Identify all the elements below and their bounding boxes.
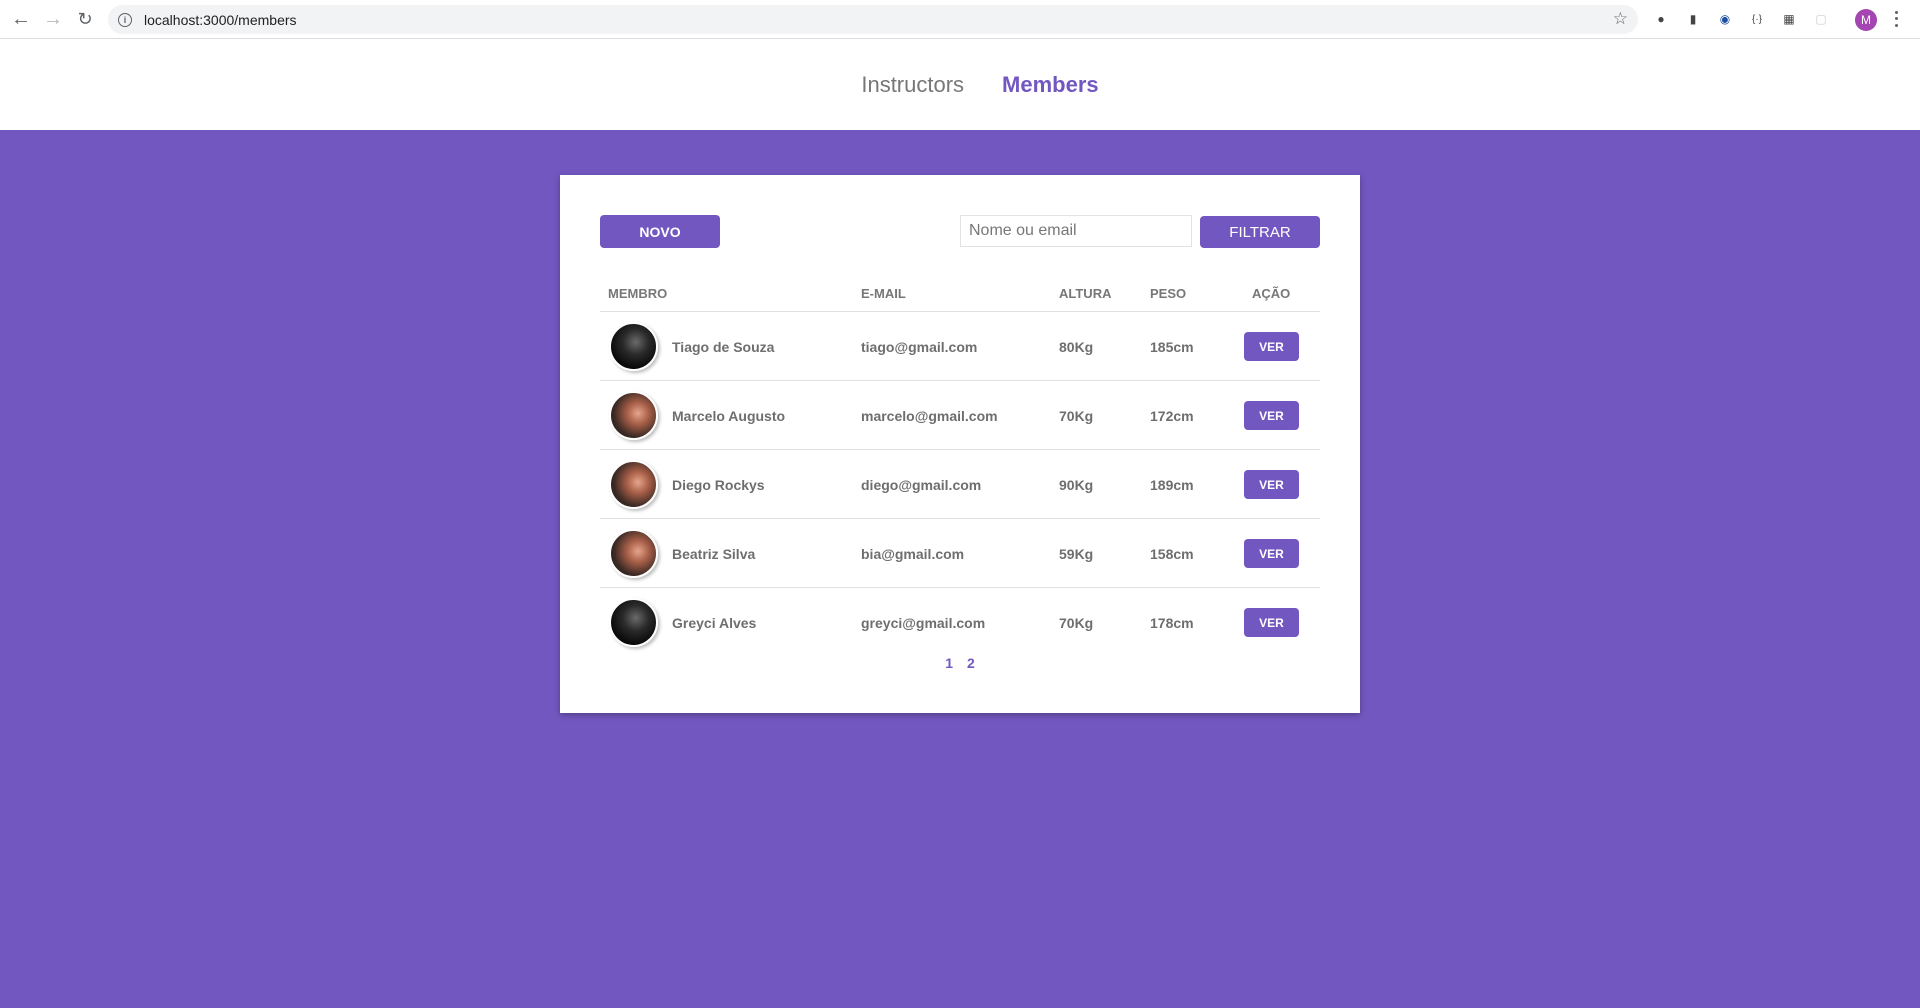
column-header-member: MEMBRO — [608, 286, 668, 301]
extension-icon[interactable]: ▦ — [1780, 10, 1798, 28]
member-height: 70Kg — [1059, 614, 1094, 631]
column-header-weight: PESO — [1150, 286, 1187, 301]
member-name: Marcelo Augusto — [672, 407, 786, 424]
extension-icon[interactable]: ◉ — [1716, 10, 1734, 28]
view-member-button[interactable]: VER — [1244, 608, 1299, 637]
profile-avatar[interactable]: M — [1855, 9, 1877, 31]
column-header-action: AÇÃO — [1252, 286, 1291, 301]
table-row: Marcelo Augusto marcelo@gmail.com 70Kg 1… — [600, 381, 1320, 450]
view-member-button[interactable]: VER — [1244, 401, 1299, 430]
address-bar[interactable]: i localhost:3000/members ☆ — [108, 5, 1638, 34]
members-card: NOVO FILTRAR MEMBRO E-MAIL ALTURA PESO A… — [560, 175, 1360, 713]
page-link[interactable]: 1 — [945, 655, 953, 671]
bookmark-star-icon[interactable]: ☆ — [1613, 9, 1628, 29]
view-member-button[interactable]: VER — [1244, 539, 1299, 568]
table-row: Beatriz Silva bia@gmail.com 59Kg 158cm V… — [600, 519, 1320, 588]
member-email: tiago@gmail.com — [861, 338, 978, 355]
member-name: Tiago de Souza — [672, 338, 775, 355]
member-name: Beatriz Silva — [672, 545, 756, 562]
site-header: Instructors Members — [0, 39, 1920, 130]
view-member-button[interactable]: VER — [1244, 470, 1299, 499]
new-member-button[interactable]: NOVO — [600, 215, 720, 248]
member-height: 70Kg — [1059, 407, 1094, 424]
member-weight: 158cm — [1150, 545, 1194, 562]
member-avatar — [609, 529, 658, 578]
member-height: 80Kg — [1059, 338, 1094, 355]
member-avatar — [609, 322, 658, 371]
nav-link-instructors[interactable]: Instructors — [861, 72, 964, 98]
reload-icon[interactable]: ↻ — [70, 4, 100, 34]
member-weight: 172cm — [1150, 407, 1194, 424]
member-email: diego@gmail.com — [861, 476, 982, 493]
member-name: Diego Rockys — [672, 476, 765, 493]
member-name: Greyci Alves — [672, 614, 757, 631]
forward-arrow-icon[interactable]: → — [38, 4, 68, 34]
filter-button[interactable]: FILTRAR — [1200, 216, 1320, 248]
member-avatar — [609, 460, 658, 509]
view-member-button[interactable]: VER — [1244, 332, 1299, 361]
member-email: marcelo@gmail.com — [861, 407, 998, 424]
member-height: 90Kg — [1059, 476, 1094, 493]
back-arrow-icon[interactable]: ← — [6, 4, 36, 34]
nav-link-members[interactable]: Members — [1002, 72, 1099, 98]
pagination: 1 2 — [560, 655, 1360, 671]
extension-icon[interactable]: ▢ — [1812, 10, 1830, 28]
table-row: Tiago de Souza tiago@gmail.com 80Kg 185c… — [600, 312, 1320, 381]
table-row: Greyci Alves greyci@gmail.com 70Kg 178cm… — [600, 588, 1320, 657]
member-email: greyci@gmail.com — [861, 614, 986, 631]
extension-icon[interactable]: ● — [1652, 10, 1670, 28]
browser-toolbar: ← → ↻ i localhost:3000/members ☆ ● ▮ ◉ {… — [0, 0, 1920, 39]
member-weight: 189cm — [1150, 476, 1194, 493]
member-height: 59Kg — [1059, 545, 1094, 562]
member-weight: 178cm — [1150, 614, 1194, 631]
table-row: Diego Rockys diego@gmail.com 90Kg 189cm … — [600, 450, 1320, 519]
url-text[interactable]: localhost:3000/members — [144, 12, 297, 28]
member-avatar — [609, 391, 658, 440]
member-weight: 185cm — [1150, 338, 1194, 355]
member-avatar — [609, 598, 658, 647]
column-header-email: E-MAIL — [861, 286, 906, 301]
info-icon[interactable]: i — [118, 12, 132, 27]
extension-icon[interactable]: {·} — [1748, 10, 1766, 28]
page-link[interactable]: 2 — [967, 655, 975, 671]
column-header-height: ALTURA — [1059, 286, 1112, 301]
search-input[interactable] — [960, 215, 1192, 247]
menu-kebab-icon[interactable] — [1891, 9, 1901, 29]
member-email: bia@gmail.com — [861, 545, 965, 562]
extension-icon[interactable]: ▮ — [1684, 10, 1702, 28]
